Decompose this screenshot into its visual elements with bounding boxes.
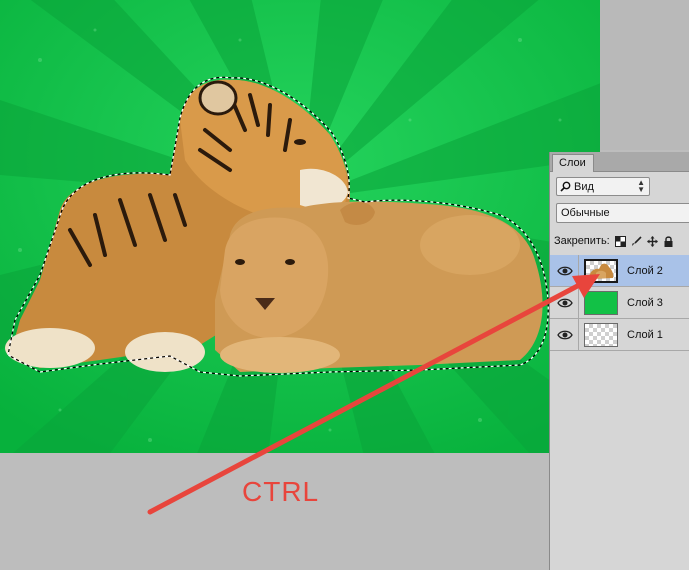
lock-move-icon[interactable] [646,235,658,247]
lock-brush-icon[interactable] [631,235,642,247]
visibility-eye-icon[interactable] [557,296,573,310]
canvas-artwork [0,0,600,453]
workspace-background [0,453,550,570]
search-icon [560,181,571,192]
layer-thumbnail-cutout[interactable] [584,259,618,283]
workspace-background-right [600,0,689,150]
lock-transparent-icon[interactable] [614,235,626,247]
blend-mode-select[interactable]: Обычные [556,203,689,223]
layer-name[interactable]: Слой 2 [627,265,663,277]
layers-list: Слой 2 Слой 3 Слой 1 [550,255,689,351]
layer-filter-value: Вид [574,180,594,193]
column-divider [578,319,579,351]
tiger-thumbnail-icon [589,263,614,279]
lock-row: Закрепить: [554,232,689,250]
lock-all-icon[interactable] [663,235,674,247]
visibility-eye-icon[interactable] [557,264,573,278]
tab-layers[interactable]: Слои [552,154,594,172]
layer-name[interactable]: Слой 3 [627,297,663,309]
layer-thumbnail-transparent[interactable] [584,323,618,347]
lock-label: Закрепить: [554,235,610,247]
layer-row-3[interactable]: Слой 3 [550,287,689,319]
column-divider [578,287,579,319]
column-divider [578,255,579,287]
layer-row-2[interactable]: Слой 2 [550,255,689,287]
chevron-updown-icon: ▲ ▼ [637,178,645,194]
layer-row-1[interactable]: Слой 1 [550,319,689,351]
layers-panel: Слои Вид ▲ ▼ Обычные Закрепить: Слой 2 С… [549,152,689,570]
visibility-eye-icon[interactable] [557,328,573,342]
layer-thumbnail-green[interactable] [584,291,618,315]
panel-tab-bar: Слои [550,152,689,172]
blend-mode-value: Обычные [561,207,610,219]
document-canvas[interactable] [0,0,600,453]
lion-cub-cutout [215,201,543,373]
layer-filter-select[interactable]: Вид ▲ ▼ [556,177,650,196]
ctrl-annotation-label: CTRL [242,476,320,507]
layer-name[interactable]: Слой 1 [627,329,663,341]
